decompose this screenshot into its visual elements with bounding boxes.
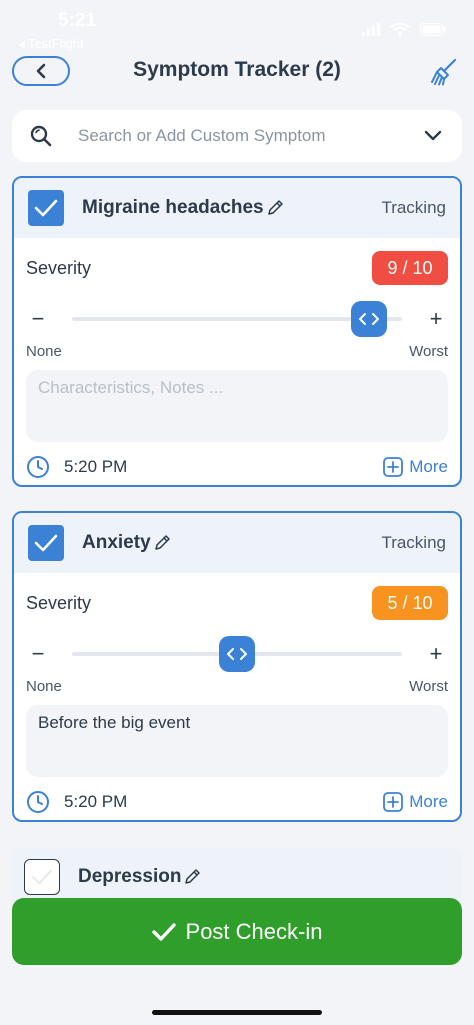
page-title: Symptom Tracker (2) [133,58,341,81]
symptom-card-body: Severity 5 / 10 − + None Worst Before th… [14,573,460,820]
severity-slider: − + [26,633,448,675]
slider-handle[interactable] [219,636,255,672]
symptom-card-body: Severity 9 / 10 − + None Worst Character… [14,238,460,485]
slider-track[interactable] [72,636,402,672]
symptom-card-footer: 5:20 PM More [26,447,448,485]
severity-badge: 9 / 10 [372,251,448,285]
slider-increase-button[interactable]: + [424,641,448,667]
slider-max-label: Worst [409,677,448,695]
notes-field[interactable] [26,705,448,777]
severity-label: Severity [26,592,92,613]
symptom-card-header: Migraine headaches Tracking [14,178,460,238]
pencil-icon[interactable] [153,534,171,552]
severity-badge: 5 / 10 [372,586,448,620]
status-icons [362,22,446,36]
slider-decrease-button[interactable]: − [26,306,50,332]
symptom-card-anxiety: Anxiety Tracking Severity 5 / 10 − + Non… [12,511,462,822]
slider-min-label: None [26,342,62,360]
symptom-card-header: Anxiety Tracking [14,513,460,573]
symptom-time[interactable]: 5:20 PM [64,457,127,477]
more-button[interactable]: More [383,792,448,812]
more-button[interactable]: More [383,457,448,477]
search-box [12,110,462,162]
battery-icon [420,22,446,36]
status-bar: 5:21 ◂ TestFlight [0,0,474,51]
slider-labels: None Worst [26,340,448,362]
symptom-name: Depression [78,866,182,887]
signal-icon [362,22,380,36]
severity-slider: − + [26,298,448,340]
search-input[interactable] [76,125,422,147]
symptom-checkbox[interactable] [28,190,64,226]
broom-icon [431,58,457,86]
more-label: More [409,457,448,476]
wifi-icon [390,22,410,36]
checkmark-icon [34,534,58,552]
plus-square-icon [383,457,404,477]
severity-row: Severity 9 / 10 [26,238,448,298]
chevrons-left-right-icon [359,313,379,325]
chevron-down-icon[interactable] [422,125,444,147]
severity-label: Severity [26,257,92,278]
symptom-checkbox[interactable] [28,525,64,561]
search-icon [30,125,52,147]
checkmark-icon [32,869,52,885]
checkmark-icon [34,199,58,217]
pencil-icon[interactable] [266,199,284,217]
clock-icon [26,790,50,814]
plus-square-icon [383,792,404,812]
slider-decrease-button[interactable]: − [26,641,50,667]
slider-min-label: None [26,677,62,695]
symptom-time[interactable]: 5:20 PM [64,792,127,812]
symptom-name: Anxiety [82,532,151,553]
post-check-in-label: Post Check-in [185,918,323,944]
checkmark-icon [151,922,176,941]
symptom-card-footer: 5:20 PM More [26,782,448,820]
clock-icon [26,455,50,479]
more-label: More [409,792,448,811]
slider-increase-button[interactable]: + [424,306,448,332]
notes-field[interactable] [26,370,448,442]
slider-track[interactable] [72,301,402,337]
slider-max-label: Worst [409,342,448,360]
pencil-icon[interactable] [183,868,201,886]
post-check-in-button[interactable]: Post Check-in [12,898,462,965]
severity-row: Severity 5 / 10 [26,573,448,633]
chevrons-left-right-icon [227,648,247,660]
symptom-card-migraine: Migraine headaches Tracking Severity 9 /… [12,176,462,487]
clear-all-button[interactable] [426,54,462,90]
symptom-name: Migraine headaches [82,197,264,218]
slider-labels: None Worst [26,675,448,697]
status-time: 5:21 [58,10,97,31]
home-indicator[interactable] [152,1010,322,1015]
header: Symptom Tracker (2) [0,50,474,94]
slider-handle[interactable] [351,301,387,337]
tracking-status: Tracking [381,533,446,552]
tracking-status: Tracking [381,198,446,217]
symptom-checkbox[interactable] [24,859,60,895]
